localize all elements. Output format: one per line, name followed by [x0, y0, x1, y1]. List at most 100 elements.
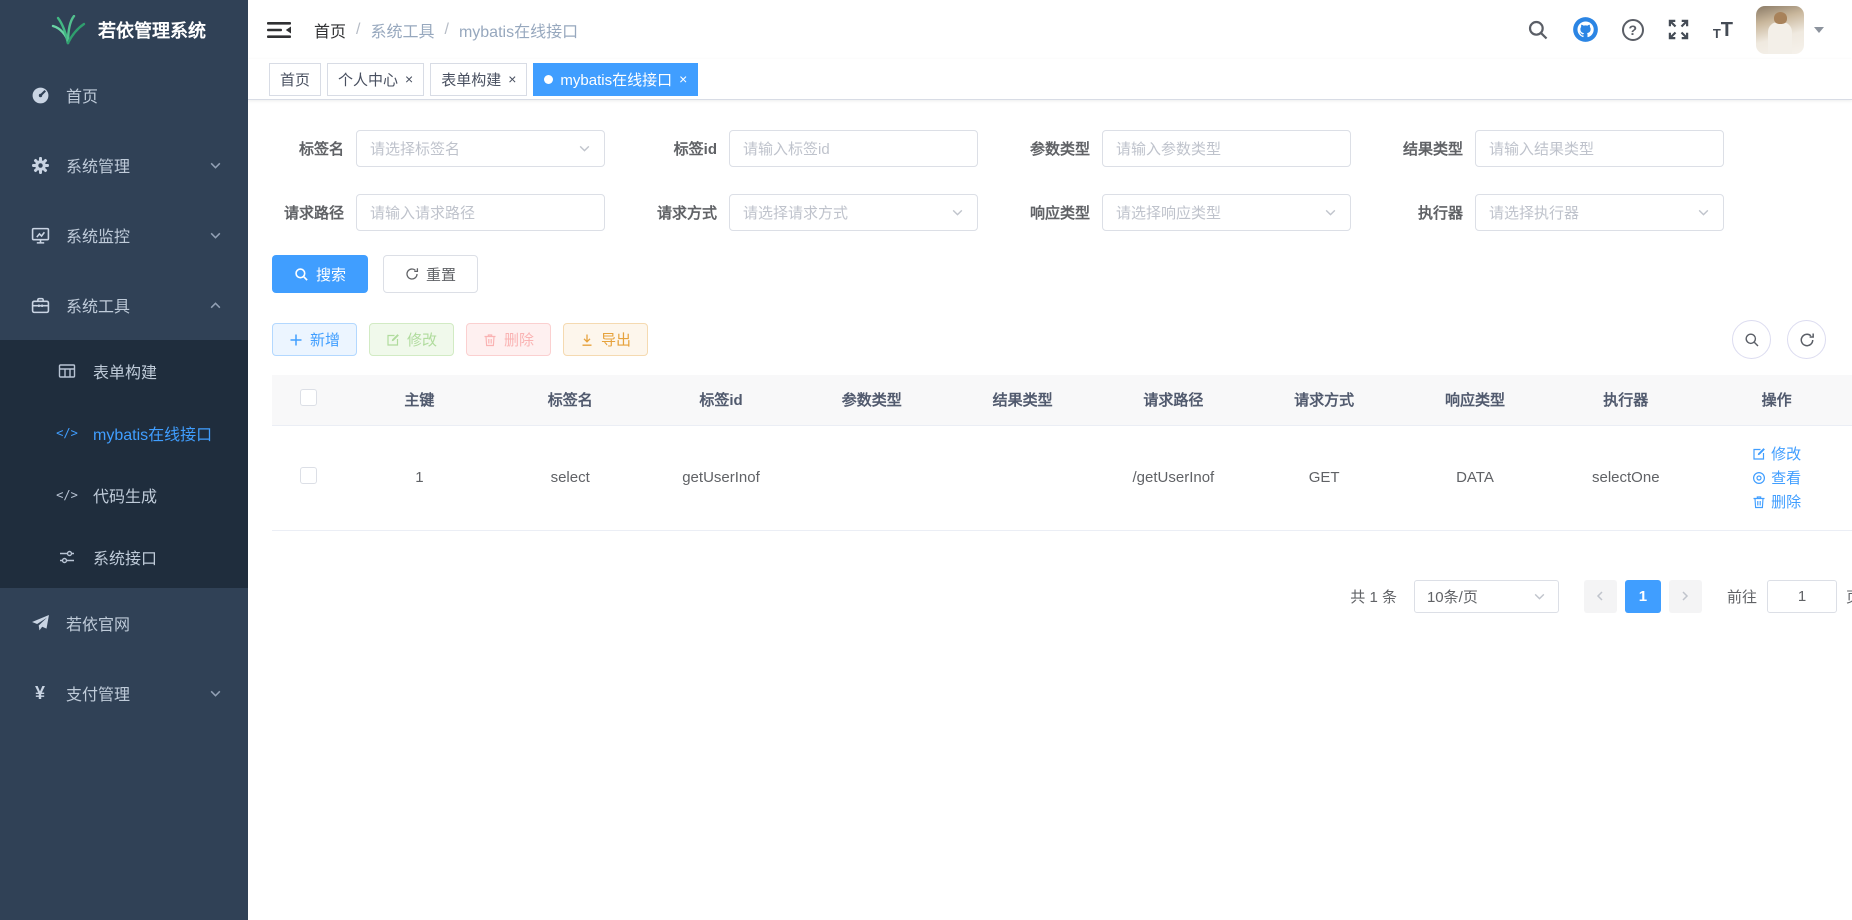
cell-response-type: DATA — [1400, 425, 1551, 530]
sidebar-item-home[interactable]: 首页 — [0, 60, 248, 130]
col-header-result-type: 结果类型 — [947, 375, 1098, 425]
sidebar-item-form-build[interactable]: 表单构建 — [0, 340, 248, 402]
cell-request-path: /getUserInof — [1098, 425, 1249, 530]
reset-button[interactable]: 重置 — [383, 255, 478, 293]
refresh-icon[interactable] — [1787, 320, 1826, 359]
row-view-link[interactable]: 查看 — [1752, 467, 1801, 488]
tab-form-build[interactable]: 表单构建 × — [430, 63, 527, 96]
pagination-total: 共 1 条 — [1350, 586, 1397, 607]
breadcrumb-home[interactable]: 首页 — [314, 18, 346, 42]
sidebar-toggle-icon[interactable] — [266, 19, 292, 41]
user-menu[interactable] — [1756, 6, 1824, 54]
export-button[interactable]: 导出 — [563, 323, 648, 356]
field-label: 响应类型 — [1018, 202, 1102, 223]
tab-label: mybatis在线接口 — [560, 69, 672, 90]
delete-button[interactable]: 删除 — [466, 323, 551, 356]
tab-profile[interactable]: 个人中心 × — [327, 63, 424, 96]
refresh-icon — [405, 267, 419, 281]
search-icon[interactable] — [1527, 19, 1549, 41]
form-item-result-type: 结果类型 请输入结果类型 — [1391, 130, 1724, 167]
select-placeholder: 请选择标签名 — [370, 138, 578, 159]
tab-label: 表单构建 — [441, 69, 501, 90]
sidebar-item-api[interactable]: 系统接口 — [0, 526, 248, 588]
avatar[interactable] — [1756, 6, 1804, 54]
next-page-button[interactable] — [1669, 580, 1702, 613]
chevron-down-icon — [578, 142, 591, 155]
tag-name-select[interactable]: 请选择标签名 — [356, 130, 605, 167]
search-button[interactable]: 搜索 — [272, 255, 368, 293]
sidebar-item-monitor[interactable]: 系统监控 — [0, 200, 248, 270]
row-select-cell — [272, 425, 344, 530]
trash-icon — [483, 333, 497, 347]
breadcrumb-current: mybatis在线接口 — [459, 18, 578, 42]
sidebar-item-mybatis[interactable]: </> mybatis在线接口 — [0, 402, 248, 464]
logo-bar[interactable]: 若依管理系统 — [0, 0, 248, 60]
input-placeholder: 请输入结果类型 — [1489, 138, 1710, 159]
row-edit-link[interactable]: 修改 — [1752, 443, 1801, 464]
sidebar-item-payment[interactable]: ¥ 支付管理 — [0, 658, 248, 728]
chevron-down-icon — [951, 206, 964, 219]
chevron-down-icon — [1533, 590, 1546, 603]
breadcrumb-separator: / — [356, 21, 360, 39]
show-search-icon[interactable] — [1732, 320, 1771, 359]
sidebar-item-label: 代码生成 — [93, 483, 157, 507]
edit-button[interactable]: 修改 — [369, 323, 454, 356]
breadcrumb-separator: / — [444, 21, 448, 39]
request-path-input[interactable]: 请输入请求路径 — [356, 194, 605, 231]
plus-icon — [289, 333, 303, 347]
field-label: 参数类型 — [1018, 138, 1102, 159]
tab-label: 首页 — [280, 69, 310, 90]
help-icon[interactable]: ? — [1622, 19, 1644, 41]
github-icon[interactable] — [1572, 16, 1599, 43]
field-label: 请求方式 — [645, 202, 729, 223]
sidebar-item-codegen[interactable]: </> 代码生成 — [0, 464, 248, 526]
eye-icon — [1752, 471, 1766, 485]
row-checkbox[interactable] — [300, 467, 317, 484]
select-all-checkbox[interactable] — [300, 389, 317, 406]
sidebar-item-system[interactable]: 系统管理 — [0, 130, 248, 200]
tab-label: 个人中心 — [338, 69, 398, 90]
param-type-input[interactable]: 请输入参数类型 — [1102, 130, 1351, 167]
sidebar-item-label: 系统监控 — [66, 223, 130, 247]
tab-mybatis[interactable]: mybatis在线接口 × — [533, 63, 698, 96]
page-size-select[interactable]: 10条/页 — [1414, 580, 1559, 613]
tools-submenu: 表单构建 </> mybatis在线接口 </> 代码生成 系统接口 — [0, 340, 248, 588]
response-type-select[interactable]: 请选择响应类型 — [1102, 194, 1351, 231]
search-icon — [294, 267, 309, 282]
chevron-down-icon — [1324, 206, 1337, 219]
sidebar-item-label: 支付管理 — [66, 681, 130, 705]
close-icon[interactable]: × — [405, 71, 413, 87]
add-button[interactable]: 新增 — [272, 323, 357, 356]
table-row[interactable]: 1 select getUserInof /getUserInof GET DA… — [272, 425, 1852, 530]
cell-tag-name: select — [495, 425, 646, 530]
field-label: 结果类型 — [1391, 138, 1475, 159]
sidebar-item-label: 系统管理 — [66, 153, 130, 177]
field-label: 执行器 — [1391, 202, 1475, 223]
form-item-tag-id: 标签id 请输入标签id — [645, 130, 978, 167]
add-button-label: 新增 — [310, 329, 340, 350]
request-method-select[interactable]: 请选择请求方式 — [729, 194, 978, 231]
result-type-input[interactable]: 请输入结果类型 — [1475, 130, 1724, 167]
download-icon — [580, 333, 594, 347]
font-size-icon[interactable]: TT — [1713, 20, 1733, 40]
input-placeholder: 请输入标签id — [743, 138, 964, 159]
search-actions: 搜索 重置 — [272, 255, 1852, 293]
close-icon[interactable]: × — [508, 71, 516, 87]
goto-page-input[interactable]: 1 — [1767, 580, 1837, 613]
select-all-cell — [272, 375, 344, 425]
input-placeholder: 请输入请求路径 — [370, 202, 591, 223]
sidebar-item-official-site[interactable]: 若依官网 — [0, 588, 248, 658]
fullscreen-icon[interactable] — [1667, 18, 1690, 41]
page-number-button[interactable]: 1 — [1625, 580, 1661, 613]
tab-home[interactable]: 首页 — [269, 63, 321, 96]
sidebar-item-tools[interactable]: 系统工具 — [0, 270, 248, 340]
tag-id-input[interactable]: 请输入标签id — [729, 130, 978, 167]
row-delete-link[interactable]: 删除 — [1752, 491, 1801, 512]
row-view-label: 查看 — [1771, 467, 1801, 488]
chevron-down-icon — [209, 159, 222, 172]
sidebar-item-label: 首页 — [66, 83, 98, 107]
close-icon[interactable]: × — [679, 71, 687, 87]
code-icon: </> — [57, 426, 77, 440]
executor-select[interactable]: 请选择执行器 — [1475, 194, 1724, 231]
prev-page-button[interactable] — [1584, 580, 1617, 613]
